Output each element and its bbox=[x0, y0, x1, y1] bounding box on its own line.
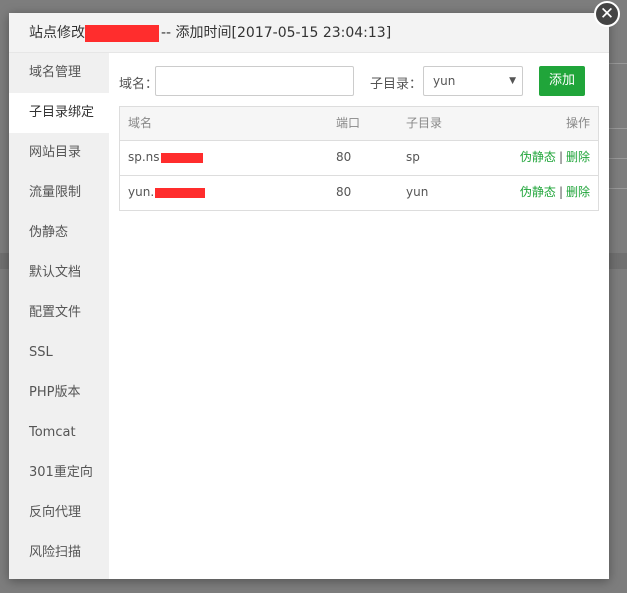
delete-link[interactable]: 删除 bbox=[566, 185, 590, 199]
actions-cell: 伪静态 | 删除 bbox=[520, 176, 590, 209]
subdir-label: 子目录： bbox=[370, 77, 423, 92]
subdir-cell: sp bbox=[406, 150, 420, 164]
background-divider bbox=[607, 188, 627, 189]
binding-table: 域名 端口 子目录 操作 sp.ns 80 sp 伪静态 | 删除 yun. 80 … bbox=[119, 106, 599, 211]
column-header-actions: 操作 bbox=[565, 116, 590, 130]
background-divider bbox=[607, 158, 627, 159]
sidebar-item-config-file[interactable]: 配置文件 bbox=[9, 293, 109, 333]
sidebar-item-traffic-limit[interactable]: 流量限制 bbox=[9, 173, 109, 213]
close-icon[interactable]: ✕ bbox=[594, 1, 620, 27]
rewrite-link[interactable]: 伪静态 bbox=[520, 150, 556, 164]
sidebar-item-default-document[interactable]: 默认文档 bbox=[9, 253, 109, 293]
domain-input[interactable] bbox=[155, 66, 354, 96]
redacted-domain bbox=[160, 152, 203, 163]
domain-text: sp.ns bbox=[128, 150, 160, 164]
sidebar-item-tomcat[interactable]: Tomcat bbox=[9, 413, 109, 453]
delete-link[interactable]: 删除 bbox=[566, 150, 590, 164]
binding-form: 域名： 子目录： yun ▼ 添加 bbox=[109, 53, 609, 107]
dialog-title-suffix: -- 添加时间[2017-05-15 23:04:13] bbox=[161, 25, 392, 41]
port-cell: 80 bbox=[336, 185, 352, 199]
subdir-cell: yun bbox=[406, 185, 429, 199]
column-header-port: 端口 bbox=[336, 116, 361, 130]
actions-cell: 伪静态 | 删除 bbox=[520, 141, 590, 174]
subdir-select-value: yun bbox=[433, 74, 456, 88]
domain-cell: sp.ns bbox=[128, 141, 203, 174]
column-header-subdir: 子目录 bbox=[406, 116, 443, 130]
background-divider bbox=[607, 128, 627, 129]
sidebar-item-subdirectory-binding[interactable]: 子目录绑定 bbox=[9, 93, 109, 133]
domain-cell: yun. bbox=[128, 176, 206, 209]
redacted-site-name bbox=[85, 24, 159, 42]
sidebar-item-risk-scan[interactable]: 风险扫描 bbox=[9, 533, 109, 573]
action-separator: | bbox=[558, 185, 563, 199]
domain-text: yun. bbox=[128, 185, 155, 199]
sidebar-item-rewrite[interactable]: 伪静态 bbox=[9, 213, 109, 253]
background-divider bbox=[607, 63, 627, 64]
subdirectory-binding-panel: 域名： 子目录： yun ▼ 添加 域名 端口 子目录 操作 sp.ns 80 … bbox=[109, 53, 609, 579]
site-edit-dialog: 站点修改 -- 添加时间[2017-05-15 23:04:13] 域名管理 子目… bbox=[9, 13, 609, 579]
column-header-domain: 域名 bbox=[128, 116, 153, 130]
sidebar-item-domain-management[interactable]: 域名管理 bbox=[9, 53, 109, 93]
caret-down-icon: ▼ bbox=[509, 76, 516, 86]
sidebar-item-301-redirect[interactable]: 301重定向 bbox=[9, 453, 109, 493]
action-separator: | bbox=[558, 150, 563, 164]
table-row: yun. 80 yun 伪静态 | 删除 bbox=[120, 175, 598, 210]
subdir-select[interactable]: yun ▼ bbox=[423, 66, 523, 96]
sidebar-item-php-version[interactable]: PHP版本 bbox=[9, 373, 109, 413]
dialog-title-prefix: 站点修改 bbox=[29, 25, 85, 41]
domain-label: 域名： bbox=[119, 77, 159, 92]
sidebar-item-ssl[interactable]: SSL bbox=[9, 333, 109, 373]
dialog-title: 站点修改 -- 添加时间[2017-05-15 23:04:13] bbox=[29, 13, 391, 54]
sidebar-item-site-directory[interactable]: 网站目录 bbox=[9, 133, 109, 173]
sidebar-item-reverse-proxy[interactable]: 反向代理 bbox=[9, 493, 109, 533]
port-cell: 80 bbox=[336, 150, 352, 164]
table-header-row: 域名 端口 子目录 操作 bbox=[120, 107, 598, 140]
settings-sidebar: 域名管理 子目录绑定 网站目录 流量限制 伪静态 默认文档 配置文件 SSL P… bbox=[9, 53, 109, 579]
rewrite-link[interactable]: 伪静态 bbox=[520, 185, 556, 199]
redacted-domain bbox=[155, 187, 206, 198]
table-row: sp.ns 80 sp 伪静态 | 删除 bbox=[120, 140, 598, 175]
add-button[interactable]: 添加 bbox=[539, 66, 585, 96]
dialog-header: 站点修改 -- 添加时间[2017-05-15 23:04:13] bbox=[9, 13, 609, 53]
